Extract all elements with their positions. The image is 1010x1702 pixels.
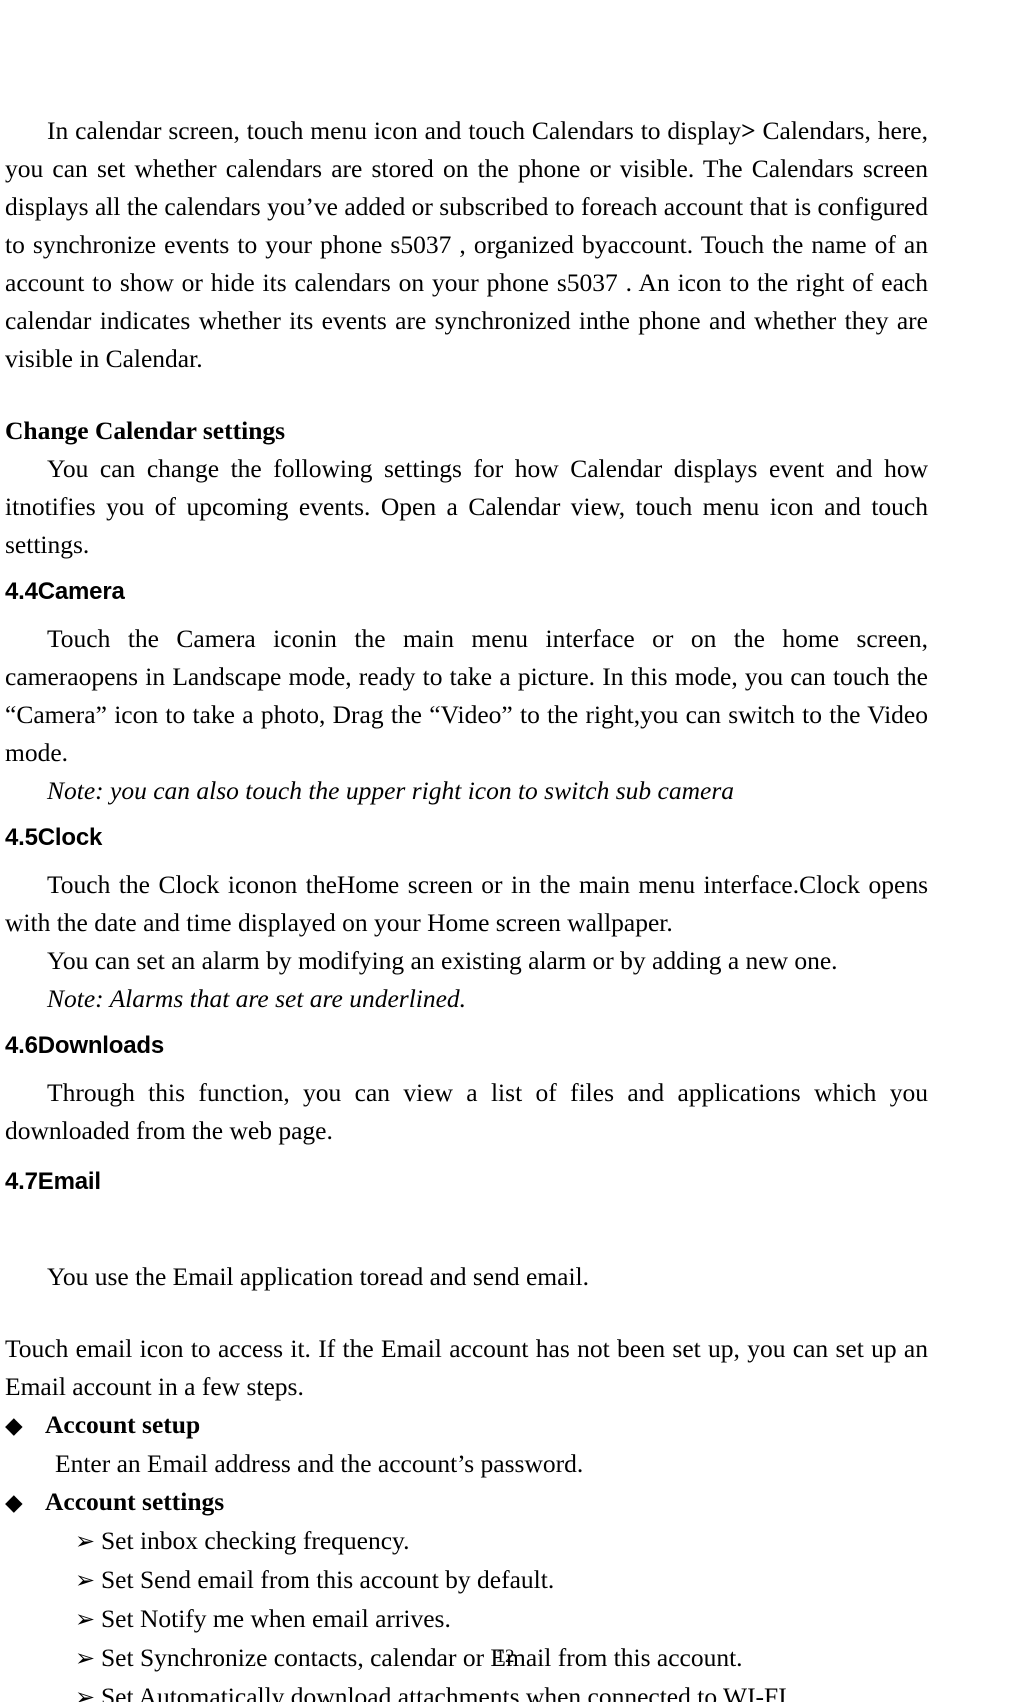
section-heading-camera: 4.4Camera bbox=[5, 578, 125, 605]
calendar-intro-part-1: In calendar screen, touch menu icon and … bbox=[47, 116, 742, 145]
section-heading-downloads: 4.6Downloads bbox=[5, 1032, 164, 1059]
calendar-display-arrow: > bbox=[741, 116, 756, 145]
change-calendar-settings-body: You can change the following settings fo… bbox=[5, 454, 928, 559]
clock-alarm-line: You can set an alarm by modifying an exi… bbox=[47, 946, 838, 975]
list-item-label: Set inbox checking frequency. bbox=[101, 1526, 410, 1555]
list-item-label: Set Send email from this account by defa… bbox=[101, 1565, 555, 1594]
change-calendar-settings-heading: Change Calendar settings bbox=[5, 416, 286, 445]
arrow-bullet-icon: ➢ bbox=[75, 1568, 96, 1594]
email-access-paragraph: Touch email icon to access it. If the Em… bbox=[5, 1334, 928, 1401]
clock-body-paragraph: Touch the Clock iconon theHome screen or… bbox=[5, 870, 928, 937]
account-setup-detail: Enter an Email address and the account’s… bbox=[55, 1449, 584, 1478]
diamond-bullet-icon: ◆ bbox=[5, 1413, 23, 1438]
bullet-item-account-settings: ◆ Account settings bbox=[5, 1483, 928, 1522]
bullet-item-account-setup: ◆ Account setup bbox=[5, 1406, 928, 1445]
list-item: ➢ Set inbox checking frequency. bbox=[5, 1522, 928, 1561]
camera-body-paragraph: Touch the Camera iconin the main menu in… bbox=[5, 624, 928, 767]
calendar-intro-paragraph: In calendar screen, touch menu icon and … bbox=[5, 112, 928, 378]
bullet-label: Account setup bbox=[45, 1410, 201, 1439]
bullet-label: Account settings bbox=[45, 1487, 225, 1516]
arrow-bullet-icon: ➢ bbox=[75, 1529, 96, 1555]
email-intro-line: You use the Email application toread and… bbox=[47, 1262, 589, 1291]
arrow-bullet-icon: ➢ bbox=[75, 1607, 96, 1633]
downloads-body-paragraph: Through this function, you can view a li… bbox=[5, 1078, 928, 1145]
clock-note: Note: Alarms that are set are underlined… bbox=[47, 984, 467, 1013]
calendar-intro-part-2: Calendars, here, you can set whether cal… bbox=[5, 116, 928, 373]
list-item-label: Set Automatically download attachments w… bbox=[101, 1682, 794, 1702]
camera-note: Note: you can also touch the upper right… bbox=[47, 776, 734, 805]
list-item-label: Set Notify me when email arrives. bbox=[101, 1604, 451, 1633]
page-number: 12 bbox=[495, 1646, 515, 1667]
section-heading-email: 4.7Email bbox=[5, 1168, 101, 1195]
list-item: ➢ Set Send email from this account by de… bbox=[5, 1561, 928, 1600]
section-heading-clock: 4.5Clock bbox=[5, 824, 103, 851]
document-page: In calendar screen, touch menu icon and … bbox=[0, 0, 1010, 1702]
list-item: ➢ Set Notify me when email arrives. bbox=[5, 1600, 928, 1639]
page-content: In calendar screen, touch menu icon and … bbox=[5, 112, 928, 1702]
arrow-bullet-icon: ➢ bbox=[75, 1685, 96, 1702]
list-item: ➢ Set Automatically download attachments… bbox=[5, 1678, 928, 1702]
diamond-bullet-icon: ◆ bbox=[5, 1490, 23, 1515]
